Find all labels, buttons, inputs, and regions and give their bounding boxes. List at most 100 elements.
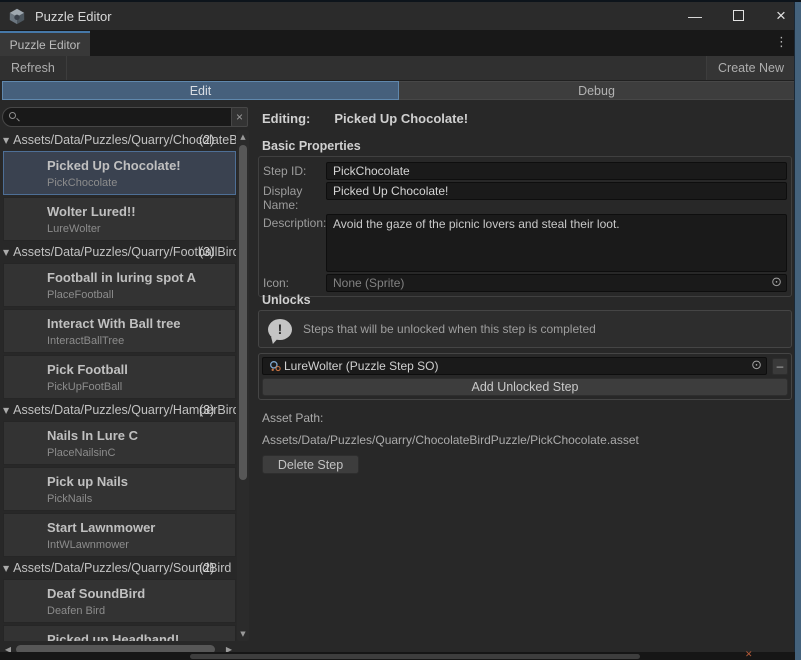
puzzle-editor-window: Puzzle Editor — × Puzzle Editor ⋮ Refres… — [0, 0, 801, 660]
display-name-field[interactable] — [326, 182, 787, 200]
delete-step-button[interactable]: Delete Step — [262, 455, 359, 474]
bottom-edge: ✕ — [0, 652, 795, 660]
unlocks-box: LureWolter (Puzzle Step SO) ⊙ – Add Unlo… — [258, 353, 792, 400]
unlocks-helpbox: ! Steps that will be unlocked when this … — [258, 310, 792, 348]
window-top-edge — [0, 0, 801, 2]
scriptable-object-icon — [269, 360, 282, 373]
step-id: PickNails — [47, 493, 235, 505]
step-title: Interact With Ball tree — [47, 316, 235, 331]
editor-panel: Editing:Picked Up Chocolate! Basic Prope… — [256, 100, 795, 652]
step-id: LureWolter — [47, 223, 235, 235]
search-input[interactable] — [2, 107, 246, 127]
step-title: Pick Football — [47, 362, 235, 377]
tree-group-header[interactable]: ▼Assets/Data/Puzzles/Quarry/FootballBird… — [0, 244, 236, 261]
vertical-scrollbar[interactable]: ▲ ▼ — [237, 130, 249, 641]
step-id: Deafen Bird — [47, 605, 235, 617]
unlocked-step-row: LureWolter (Puzzle Step SO) ⊙ – — [262, 357, 788, 375]
unity-cube-icon — [8, 7, 26, 25]
scroll-up-icon[interactable]: ▲ — [237, 131, 249, 143]
asset-tree: ▼Assets/Data/Puzzles/Quarry/ChocolateBir… — [0, 129, 236, 641]
step-item[interactable]: Nails In Lure C PlaceNailsinC — [3, 421, 236, 465]
description-row: Description: Avoid the gaze of the picni… — [263, 214, 787, 272]
close-button[interactable]: × — [773, 9, 789, 23]
step-item[interactable]: Start Lawnmower IntWLawnmower — [3, 513, 236, 557]
step-item[interactable]: Interact With Ball treeInteractBallTree — [3, 309, 236, 353]
vertical-scroll-thumb[interactable] — [239, 145, 247, 480]
editing-header: Editing:Picked Up Chocolate! — [262, 111, 468, 126]
icon-label: Icon: — [263, 274, 326, 290]
menu-kebab-icon[interactable]: ⋮ — [775, 35, 788, 50]
collapse-arrow-icon[interactable]: ▼ — [3, 560, 9, 577]
step-item[interactable]: Picked up Headband! — [3, 625, 236, 641]
tree-group-header[interactable]: ▼Assets/Data/Puzzles/Quarry/HamperBirdPu… — [0, 402, 236, 419]
step-item[interactable]: Deaf SoundBird Deafen Bird — [3, 579, 236, 623]
step-title: Nails In Lure C — [47, 428, 235, 443]
step-item[interactable]: Wolter Lured!!LureWolter — [3, 197, 236, 241]
icon-row: Icon: None (Sprite) ⊙ — [263, 274, 787, 292]
step-title: Picked Up Chocolate! — [47, 158, 235, 173]
unlocked-step-object-field[interactable]: LureWolter (Puzzle Step SO) ⊙ — [262, 357, 767, 375]
unlocked-step-value: LureWolter (Puzzle Step SO) — [284, 359, 747, 373]
description-field[interactable]: Avoid the gaze of the picnic lovers and … — [326, 214, 787, 272]
basic-properties-title: Basic Properties — [262, 139, 361, 153]
group-count: (3) — [199, 244, 214, 261]
step-title: Pick up Nails — [47, 474, 235, 489]
create-new-button[interactable]: Create New — [706, 56, 795, 80]
search-icon — [9, 112, 19, 122]
window-controls: — × — [687, 2, 789, 30]
background-scrollbar-fragment — [190, 654, 640, 659]
toolbar: Refresh Create New — [0, 56, 795, 81]
clear-search-button[interactable]: × — [231, 107, 248, 127]
display-name-row: Display Name: — [263, 182, 787, 212]
tab-debug[interactable]: Debug — [399, 81, 795, 100]
object-picker-icon[interactable]: ⊙ — [771, 275, 782, 291]
collapse-arrow-icon[interactable]: ▼ — [3, 402, 9, 419]
step-title: Football in luring spot A — [47, 270, 235, 285]
maximize-button[interactable] — [730, 8, 746, 24]
step-item[interactable]: Picked Up Chocolate! PickChocolate — [3, 151, 236, 195]
step-id-row: Step ID: — [263, 162, 787, 180]
group-count: (3) — [199, 402, 214, 419]
step-id: IntWLawnmower — [47, 539, 235, 551]
collapse-arrow-icon[interactable]: ▼ — [3, 244, 9, 261]
step-id: PickChocolate — [47, 177, 235, 189]
icon-object-value: None (Sprite) — [333, 276, 767, 290]
description-label: Description: — [263, 214, 326, 230]
refresh-button[interactable]: Refresh — [0, 56, 67, 80]
step-id-field[interactable] — [326, 162, 787, 180]
step-title: Picked up Headband! — [47, 632, 235, 641]
display-name-label: Display Name: — [263, 182, 326, 212]
step-title: Deaf SoundBird — [47, 586, 235, 601]
group-count: (2) — [199, 560, 214, 577]
unlocks-title: Unlocks — [262, 293, 311, 307]
remove-unlocked-step-button[interactable]: – — [772, 358, 788, 375]
step-item[interactable]: Pick up Nails PickNails — [3, 467, 236, 511]
icon-object-field[interactable]: None (Sprite) ⊙ — [326, 274, 787, 292]
step-item[interactable]: Football in luring spot APlaceFootball — [3, 263, 236, 307]
collapse-arrow-icon[interactable]: ▼ — [3, 132, 9, 149]
tab-puzzle-editor[interactable]: Puzzle Editor — [0, 31, 90, 56]
step-id: PlaceNailsinC — [47, 447, 235, 459]
add-unlocked-step-button[interactable]: Add Unlocked Step — [262, 378, 788, 396]
minimize-button[interactable]: — — [687, 8, 703, 24]
step-title: Start Lawnmower — [47, 520, 235, 535]
tree-group-header[interactable]: ▼Assets/Data/Puzzles/Quarry/ChocolateBir… — [0, 132, 236, 149]
scroll-down-icon[interactable]: ▼ — [237, 628, 249, 640]
tab-edit[interactable]: Edit — [2, 81, 399, 100]
background-close-icon: ✕ — [745, 649, 753, 660]
doc-tab-row: Puzzle Editor ⋮ — [0, 30, 795, 56]
right-edge-scrollbar[interactable] — [794, 0, 801, 660]
titlebar: Puzzle Editor — × — [0, 2, 795, 30]
editing-label: Editing: — [262, 111, 310, 126]
maximize-icon — [733, 10, 744, 21]
basic-properties-box: Step ID: Display Name: Description: Avoi… — [258, 156, 792, 297]
step-id: PickUpFootBall — [47, 381, 235, 393]
asset-path-label: Asset Path: — [262, 411, 323, 425]
asset-path-value: Assets/Data/Puzzles/Quarry/ChocolateBird… — [262, 433, 639, 447]
sidebar: × ▼Assets/Data/Puzzles/Quarry/ChocolateB… — [0, 100, 250, 652]
mode-tabs: Edit Debug — [2, 81, 795, 100]
object-picker-icon[interactable]: ⊙ — [751, 358, 762, 374]
tree-group-header[interactable]: ▼Assets/Data/Puzzles/Quarry/SoundBird(2) — [0, 560, 236, 577]
info-icon: ! — [268, 319, 292, 340]
step-item[interactable]: Pick Football PickUpFootBall — [3, 355, 236, 399]
